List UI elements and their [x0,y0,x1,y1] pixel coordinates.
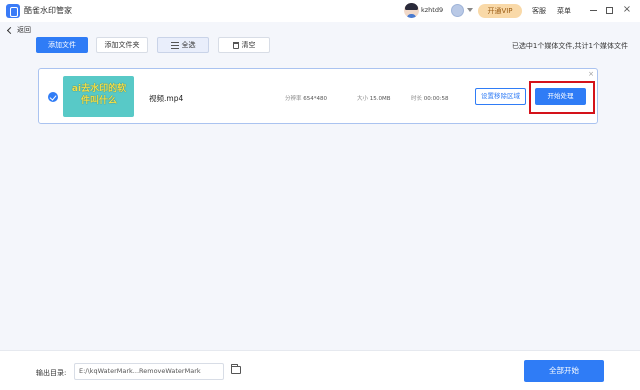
title-bar: 酷雀水印管家 kzhtd9 开通VIP 客服 菜单 × [0,0,640,22]
add-folder-label: 添加文件夹 [104,41,140,49]
chevron-left-icon [6,26,15,34]
minimize-icon[interactable] [590,10,597,11]
maximize-icon[interactable] [606,7,613,14]
file-item[interactable]: ai去水印的软件叫什么 视频.mp4 分辨率 654*480 大小 15.0MB… [38,68,598,124]
clear-button[interactable]: 清空 [218,37,270,53]
duration-meta: 时长 00:00:58 [411,96,449,102]
user-avatar[interactable] [404,3,419,18]
app-title: 酷雀水印管家 [24,6,72,15]
video-thumbnail: ai去水印的软件叫什么 [63,76,134,117]
thumbnail-text: ai去水印的软件叫什么 [71,84,127,106]
remove-file-icon[interactable]: × [587,70,595,78]
footer-bar: 输出目录: E:/\kqWaterMark...RemoveWaterMark … [0,350,640,390]
output-directory-field[interactable]: E:/\kqWaterMark...RemoveWaterMark [74,363,224,380]
trash-icon [232,41,239,49]
highlight-annotation [529,81,595,114]
selection-info: 已选中1个媒体文件,共计1个媒体文件 [511,42,628,50]
add-file-label: 添加文件 [48,41,76,49]
start-all-button[interactable]: 全部开始 [524,360,604,382]
add-folder-button[interactable]: 添加文件夹 [96,37,148,53]
open-vip-button[interactable]: 开通VIP [478,4,522,18]
add-file-button[interactable]: 添加文件 [36,37,88,53]
file-checkbox[interactable] [48,92,58,102]
app-logo-icon [6,4,20,18]
chevron-down-icon[interactable] [467,8,473,12]
membership-badge-icon[interactable] [451,4,464,17]
menu-link[interactable]: 菜单 [557,6,571,16]
customer-service-link[interactable]: 客服 [532,6,546,16]
size-meta: 大小 15.0MB [357,96,391,102]
resolution-meta: 分辨率 654*480 [285,96,328,102]
select-all-icon [170,41,179,49]
username[interactable]: kzhtd9 [421,6,443,14]
select-all-label: 全选 [181,41,196,49]
select-all-button[interactable]: 全选 [157,37,209,53]
file-name: 视频.mp4 [149,94,184,103]
set-removal-region-button[interactable]: 设置移除区域 [475,88,526,105]
back-label: 返回 [17,26,31,34]
back-button[interactable]: 返回 [6,24,31,36]
output-directory-label: 输出目录: [36,369,67,377]
clear-label: 清空 [241,41,256,49]
close-icon[interactable]: × [622,5,632,15]
folder-icon[interactable] [231,364,241,374]
